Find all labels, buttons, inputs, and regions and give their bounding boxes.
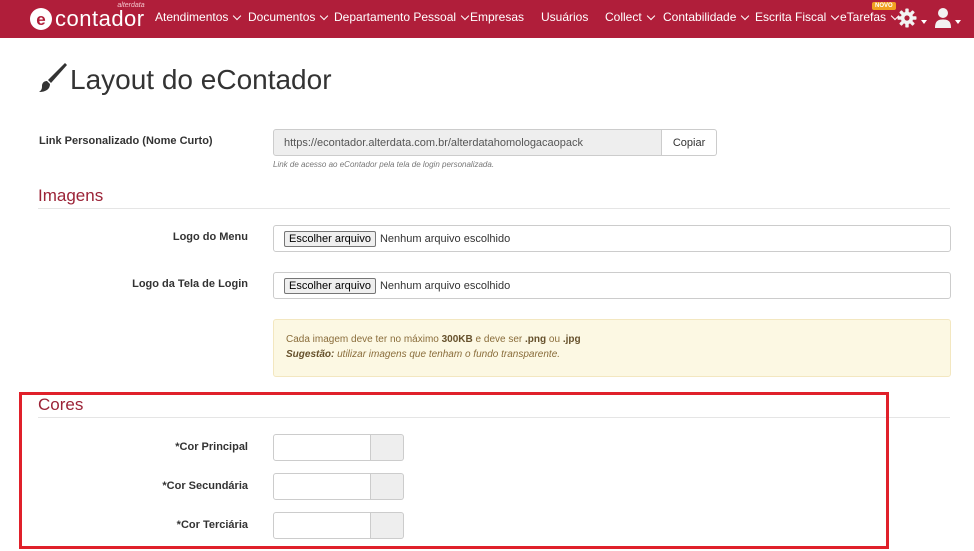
link-label: Link Personalizado (Nome Curto) <box>39 135 213 147</box>
brand-name: contador <box>55 6 145 31</box>
alert-line-2: Sugestão: utilizar imagens que tenham o … <box>286 349 561 360</box>
image-requirements-alert: Cada imagem deve ter no máximo 300KB e d… <box>273 319 951 377</box>
chevron-down-icon <box>320 11 329 20</box>
nav-item-usuarios[interactable]: Usuários <box>541 10 588 24</box>
images-section-title: Imagens <box>38 186 104 205</box>
section-divider <box>38 208 950 209</box>
link-input-group: https://econtador.alterdata.com.br/alter… <box>273 129 717 156</box>
paintbrush-icon <box>38 62 68 99</box>
chevron-down-icon <box>646 11 655 20</box>
logo-login-label: Logo da Tela de Login <box>132 278 248 290</box>
file-status: Nenhum arquivo escolhido <box>379 279 511 292</box>
file-status: Nenhum arquivo escolhido <box>379 232 511 245</box>
logo-menu-label: Logo do Menu <box>172 231 248 243</box>
link-help-text: Link de acesso ao eContador pela tela de… <box>273 160 495 169</box>
choose-file-button[interactable]: Escolher arquivo <box>284 277 376 294</box>
chevron-down-icon <box>233 11 242 20</box>
nav-item-empresas[interactable]: Empresas <box>470 10 524 24</box>
alert-line-1: Cada imagem deve ter no máximo 300KB e d… <box>286 334 581 345</box>
page-title: Layout do eContador <box>38 62 332 98</box>
caret-down-icon <box>955 20 961 24</box>
chevron-down-icon <box>831 11 840 20</box>
nav-item-departamento-pessoal[interactable]: Departamento Pessoal <box>334 10 470 24</box>
user-icon[interactable] <box>934 7 952 34</box>
nav-item-etarefas[interactable]: eTarefas <box>840 10 900 24</box>
chevron-down-icon <box>741 11 750 20</box>
new-badge: NOVO <box>872 2 896 10</box>
logo-menu-file-input[interactable]: Escolher arquivo Nenhum arquivo escolhid… <box>273 225 951 252</box>
highlight-annotation-box <box>19 392 889 549</box>
gear-icon[interactable] <box>897 8 917 33</box>
chevron-down-icon <box>460 11 470 20</box>
copy-button[interactable]: Copiar <box>662 129 717 156</box>
top-navbar: e contador alterdata Atendimentos Docume… <box>0 0 974 38</box>
brand-e-mark: e <box>30 8 52 30</box>
brand-logo[interactable]: e contador alterdata <box>30 2 145 33</box>
link-field[interactable]: https://econtador.alterdata.com.br/alter… <box>273 129 663 156</box>
logo-login-file-input[interactable]: Escolher arquivo Nenhum arquivo escolhid… <box>273 272 951 299</box>
caret-down-icon <box>921 20 927 24</box>
nav-item-escrita-fiscal[interactable]: Escrita Fiscal <box>755 10 840 24</box>
brand-sub: alterdata <box>117 2 145 9</box>
nav-item-atendimentos[interactable]: Atendimentos <box>155 10 242 24</box>
page-title-text: Layout do eContador <box>70 64 332 95</box>
choose-file-button[interactable]: Escolher arquivo <box>284 230 376 247</box>
nav-item-collect[interactable]: Collect <box>605 10 655 24</box>
nav-item-contabilidade[interactable]: Contabilidade <box>663 10 750 24</box>
nav-item-documentos[interactable]: Documentos <box>248 10 329 24</box>
